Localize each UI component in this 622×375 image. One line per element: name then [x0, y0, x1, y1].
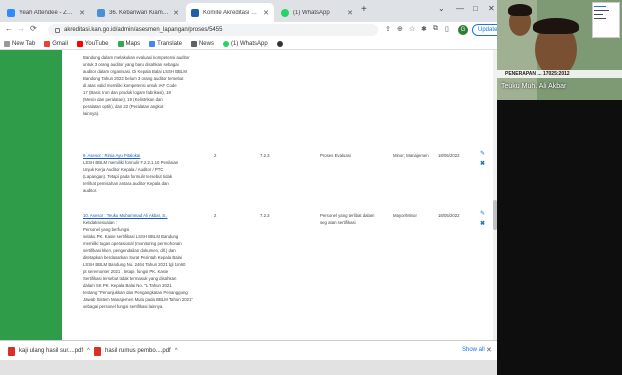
window-close-icon[interactable]: ✕ — [488, 4, 495, 13]
back-icon[interactable]: ← — [5, 24, 13, 33]
bookmarks-bar: New Tab Gmail YouTube Maps Translate New… — [0, 38, 497, 50]
row9-clause: 7.2.3 — [260, 153, 270, 158]
bookmark-gmail[interactable]: Gmail — [44, 40, 68, 47]
profile-avatar[interactable]: G — [458, 25, 468, 35]
youtube-icon — [76, 40, 83, 47]
gmail-icon — [44, 40, 51, 47]
edit-icon[interactable]: ✎ — [480, 210, 485, 217]
browser-toolbar: ← → ⟳ akreditasi.kan.go.id/admin/asesmen… — [0, 22, 504, 38]
download-shelf: kaji ulang hasil sur....pdf ^ hasil rumu… — [0, 340, 497, 360]
close-icon[interactable]: ✕ — [486, 346, 492, 354]
extension-icon[interactable]: ✱ — [421, 25, 427, 33]
forward-icon[interactable]: → — [17, 24, 25, 33]
row9-category: Proses Evaluasi — [320, 153, 351, 158]
zoom-icon — [7, 8, 15, 17]
new-tab-icon[interactable]: + — [361, 4, 367, 15]
participant-hair — [508, 4, 532, 16]
bookmark-extra[interactable] — [276, 40, 285, 47]
translate-icon — [149, 40, 156, 47]
bookmark-whatsapp[interactable]: (1) WhatsApp — [222, 40, 268, 47]
chevron-up-icon[interactable]: ^ — [87, 348, 90, 354]
delete-icon[interactable]: ✖ — [480, 220, 485, 227]
tab-search-icon[interactable]: ⌄ — [438, 4, 445, 13]
participant-name: Teuku Muh. Ali Akbar — [501, 83, 567, 90]
whatsapp-icon — [222, 40, 229, 47]
close-icon[interactable]: ✕ — [263, 9, 269, 17]
pdf-icon — [94, 346, 101, 356]
tab-komite[interactable]: Komite Akreditasi Nasional - NKS ✕ — [186, 3, 274, 22]
tab-label: (1) WhatsApp — [293, 9, 330, 16]
whatsapp-icon — [281, 8, 289, 17]
tab-label: Komite Akreditasi Nasional - NKS — [203, 9, 259, 16]
bookmark-youtube[interactable]: YouTube — [76, 40, 109, 47]
show-all-link[interactable]: Show all — [462, 347, 485, 353]
row10-date: 18/05/2022 — [438, 213, 460, 218]
assessor-link[interactable]: 9. Asesor : Rima Ayu Pitalokai — [83, 152, 193, 159]
kan-icon — [191, 8, 199, 17]
puzzle-icon[interactable]: ⧉ — [433, 25, 438, 33]
video-empty-area — [497, 100, 622, 375]
tab-whatsapp[interactable]: (1) WhatsApp ✕ — [276, 3, 358, 22]
row9-count: 2 — [214, 153, 217, 158]
video-panel: ▬▬▬▬ ▬▬▬▬▬ ▬▬▬ ▬▬▬▬ PENERAPAN ... 17025:… — [497, 0, 622, 100]
finding-text-top: Bandung dalam melakukan evaluasi kompete… — [83, 55, 190, 116]
star-icon[interactable]: ☆ — [409, 25, 415, 33]
shared-slide-thumbnail: ▬▬▬▬ ▬▬▬▬▬ ▬▬▬ ▬▬▬▬ — [592, 2, 620, 38]
news-icon — [190, 40, 197, 47]
reload-icon[interactable]: ⟳ — [30, 24, 37, 33]
chevron-up-icon[interactable]: ^ — [175, 348, 178, 354]
window-border — [0, 360, 497, 375]
presentation-banner: PENERAPAN ... 17025:2012 — [497, 70, 622, 78]
bookmark-maps[interactable]: Maps — [117, 40, 140, 47]
tab-label: 36. Kebanwan Kiam - Flask - BSN — [109, 9, 169, 16]
row10-category: Personel yang terlibat dalam seg atan se… — [320, 213, 375, 225]
zoom-lens-icon[interactable]: ⊕ — [397, 25, 403, 33]
row10-type: Mayor/Minor — [393, 213, 417, 218]
share-icon[interactable]: ⇪ — [385, 25, 391, 33]
url-text: akreditasi.kan.go.id/admin/asesmen_lapan… — [64, 27, 223, 33]
bookmark-news[interactable]: News — [190, 40, 214, 47]
tab-label: Yeah Attendee - Zoom — [19, 9, 76, 16]
assessor-link[interactable]: 10. Asesor : Teuku Muhammad Ali Akbar, S… — [83, 212, 193, 219]
tab-flask[interactable]: 36. Kebanwan Kiam - Flask - BSN ✕ — [92, 3, 184, 22]
page-content: Bandung dalam melakukan evaluasi kompete… — [0, 50, 497, 340]
tab-zoom[interactable]: Yeah Attendee - Zoom ✕ — [2, 3, 90, 22]
close-icon[interactable]: ✕ — [79, 9, 85, 17]
row9-date: 18/05/2022 — [438, 153, 460, 158]
participant-hair — [533, 18, 579, 34]
maps-icon — [117, 40, 124, 47]
bookmark-translate[interactable]: Translate — [149, 40, 182, 47]
bookmark-new-tab[interactable]: New Tab — [4, 40, 35, 47]
close-icon[interactable]: ✕ — [347, 9, 353, 17]
close-icon[interactable]: ✕ — [173, 9, 179, 17]
github-icon — [276, 40, 283, 47]
page-icon — [97, 8, 105, 17]
delete-icon[interactable]: ✖ — [480, 160, 485, 167]
row9-type: Minor; Manajemen — [393, 153, 429, 158]
download-item-2[interactable]: hasil rumus pembo....pdf ^ — [94, 345, 178, 357]
lock-icon — [55, 27, 60, 33]
maximize-icon[interactable]: □ — [473, 4, 478, 13]
row10-count: 2 — [214, 213, 217, 218]
row10-clause: 7.2.3 — [260, 213, 270, 218]
sidepanel-icon[interactable]: ▯ — [445, 25, 449, 33]
finding-row-9: 9. Asesor : Rima Ayu Pitalokai LSSH BBLM… — [83, 152, 193, 194]
edit-icon[interactable]: ✎ — [480, 150, 485, 157]
tab-strip: Yeah Attendee - Zoom ✕ 36. Kebanwan Kiam… — [0, 0, 497, 22]
new-tab-icon — [4, 40, 10, 47]
address-bar[interactable]: akreditasi.kan.go.id/admin/asesmen_lapan… — [48, 24, 378, 36]
finding-row-10: 10. Asesor : Teuku Muhammad Ali Akbar, S… — [83, 212, 193, 309]
sidebar-panel — [0, 50, 62, 340]
download-item-1[interactable]: kaji ulang hasil sur....pdf ^ — [8, 345, 90, 357]
pdf-icon — [8, 346, 15, 356]
minimize-icon[interactable]: — — [456, 4, 464, 13]
